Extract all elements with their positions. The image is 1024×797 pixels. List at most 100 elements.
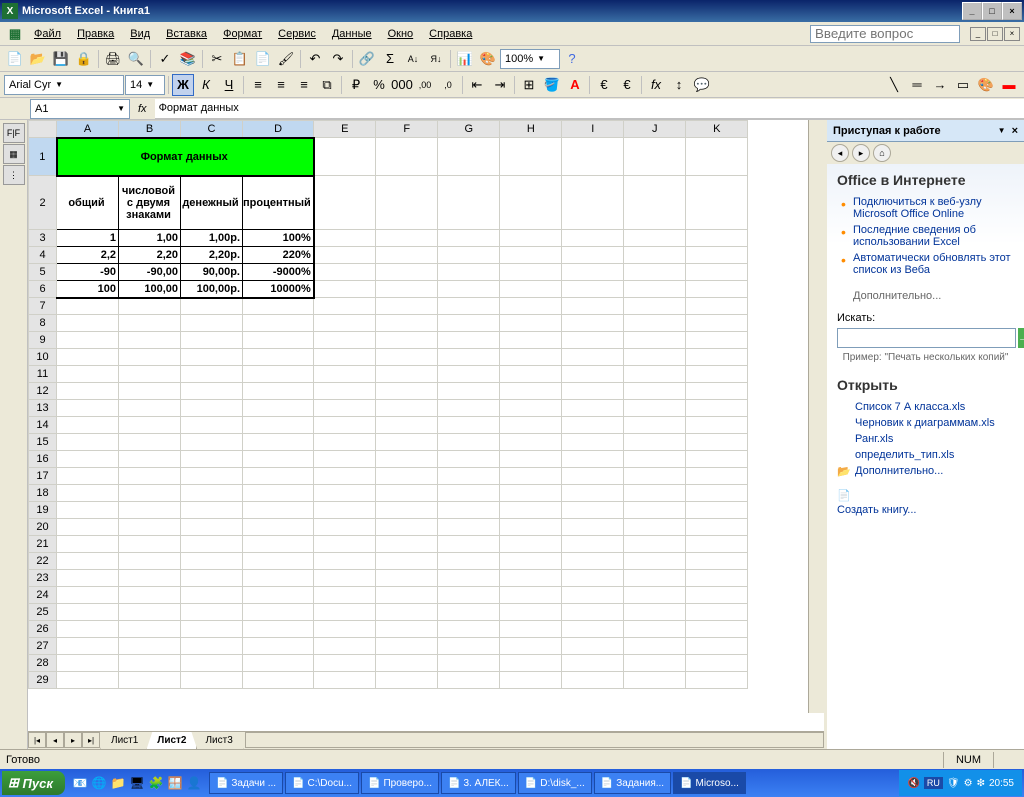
cell-K1[interactable] [686,138,748,176]
taskbar-item-1[interactable]: 📄C:\Docu... [285,772,359,794]
cell-G22[interactable] [438,553,500,570]
cell-E14[interactable] [314,417,376,434]
cell-B26[interactable] [119,621,181,638]
cell-H26[interactable] [500,621,562,638]
cell-H29[interactable] [500,672,562,689]
comment-icon[interactable]: 💬 [691,74,713,96]
cell-I26[interactable] [562,621,624,638]
cell-A22[interactable] [57,553,119,570]
cell-D23[interactable] [243,570,314,587]
cell-B20[interactable] [119,519,181,536]
cell-J9[interactable] [624,332,686,349]
row-header-5[interactable]: 5 [29,264,57,281]
cell-G2[interactable] [438,176,500,230]
cell-C25[interactable] [181,604,243,621]
euro-icon[interactable]: € [593,74,615,96]
cell-D11[interactable] [243,366,314,383]
task-pane-close-icon[interactable]: × [1012,125,1018,137]
cell-A28[interactable] [57,655,119,672]
col-header-B[interactable]: B [119,121,181,138]
cell-H3[interactable] [500,230,562,247]
cell-F25[interactable] [376,604,438,621]
tray-icon-1[interactable]: 🔇 [907,778,919,789]
spellcheck-icon[interactable]: ✓ [154,48,176,70]
cell-J21[interactable] [624,536,686,553]
cell-C17[interactable] [181,468,243,485]
cell-H8[interactable] [500,315,562,332]
row-header-11[interactable]: 11 [29,366,57,383]
cell-E16[interactable] [314,451,376,468]
italic-icon[interactable]: К [195,74,217,96]
cell-H14[interactable] [500,417,562,434]
cell-J1[interactable] [624,138,686,176]
tab-first-button[interactable]: |◂ [28,732,46,748]
cell-H24[interactable] [500,587,562,604]
cell-H2[interactable] [500,176,562,230]
draw-style-icon[interactable]: ═ [906,74,928,96]
cell-B25[interactable] [119,604,181,621]
clock[interactable]: 20:55 [989,778,1014,789]
cell-G21[interactable] [438,536,500,553]
cell-G7[interactable] [438,298,500,315]
cell-D13[interactable] [243,400,314,417]
start-button[interactable]: ⊞ Пуск [2,771,65,795]
menu-file[interactable]: Файл [26,26,69,42]
fill-color-icon[interactable]: 🪣 [541,74,563,96]
row-header-22[interactable]: 22 [29,553,57,570]
cell-D21[interactable] [243,536,314,553]
cell-G5[interactable] [438,264,500,281]
cell-G16[interactable] [438,451,500,468]
cell-I27[interactable] [562,638,624,655]
borders-icon[interactable]: ⊞ [518,74,540,96]
cell-E10[interactable] [314,349,376,366]
cell-K8[interactable] [686,315,748,332]
cell-E19[interactable] [314,502,376,519]
cell-J27[interactable] [624,638,686,655]
cell-B18[interactable] [119,485,181,502]
cell-K17[interactable] [686,468,748,485]
cell-H27[interactable] [500,638,562,655]
cell-B27[interactable] [119,638,181,655]
cell-I24[interactable] [562,587,624,604]
cell-J19[interactable] [624,502,686,519]
preview-icon[interactable]: 🔍 [125,48,147,70]
row-header-17[interactable]: 17 [29,468,57,485]
cell-K29[interactable] [686,672,748,689]
cell-F28[interactable] [376,655,438,672]
cell-D12[interactable] [243,383,314,400]
formula-input[interactable]: Формат данных [155,99,1024,119]
doc-minimize-button[interactable]: _ [970,27,986,41]
cell-K26[interactable] [686,621,748,638]
side-icon-3[interactable]: ⋮ [3,165,25,185]
row-header-28[interactable]: 28 [29,655,57,672]
cell-K5[interactable] [686,264,748,281]
row-header-6[interactable]: 6 [29,281,57,298]
cell-C19[interactable] [181,502,243,519]
drawing-icon[interactable]: 🎨 [477,48,499,70]
tp-link-news[interactable]: Последние сведения об использовании Exce… [837,222,1014,250]
cell-D2[interactable]: процентный [243,176,314,230]
menu-view[interactable]: Вид [122,26,158,42]
cell-F16[interactable] [376,451,438,468]
cell-E25[interactable] [314,604,376,621]
cell-H23[interactable] [500,570,562,587]
cell-A18[interactable] [57,485,119,502]
cell-A2[interactable]: общий [57,176,119,230]
cell-G24[interactable] [438,587,500,604]
cell-H12[interactable] [500,383,562,400]
cell-F5[interactable] [376,264,438,281]
cell-C10[interactable] [181,349,243,366]
cell-E12[interactable] [314,383,376,400]
cell-E17[interactable] [314,468,376,485]
cell-K16[interactable] [686,451,748,468]
row-header-15[interactable]: 15 [29,434,57,451]
cell-E4[interactable] [314,247,376,264]
cell-A3[interactable]: 1 [57,230,119,247]
decrease-indent-icon[interactable]: ⇤ [466,74,488,96]
taskbar-item-5[interactable]: 📄Задания... [594,772,671,794]
tp-search-go-button[interactable]: → [1018,328,1024,348]
tp-back-icon[interactable]: ◂ [831,144,849,162]
cell-E1[interactable] [314,138,376,176]
cell-D16[interactable] [243,451,314,468]
align-right-icon[interactable]: ≡ [293,74,315,96]
